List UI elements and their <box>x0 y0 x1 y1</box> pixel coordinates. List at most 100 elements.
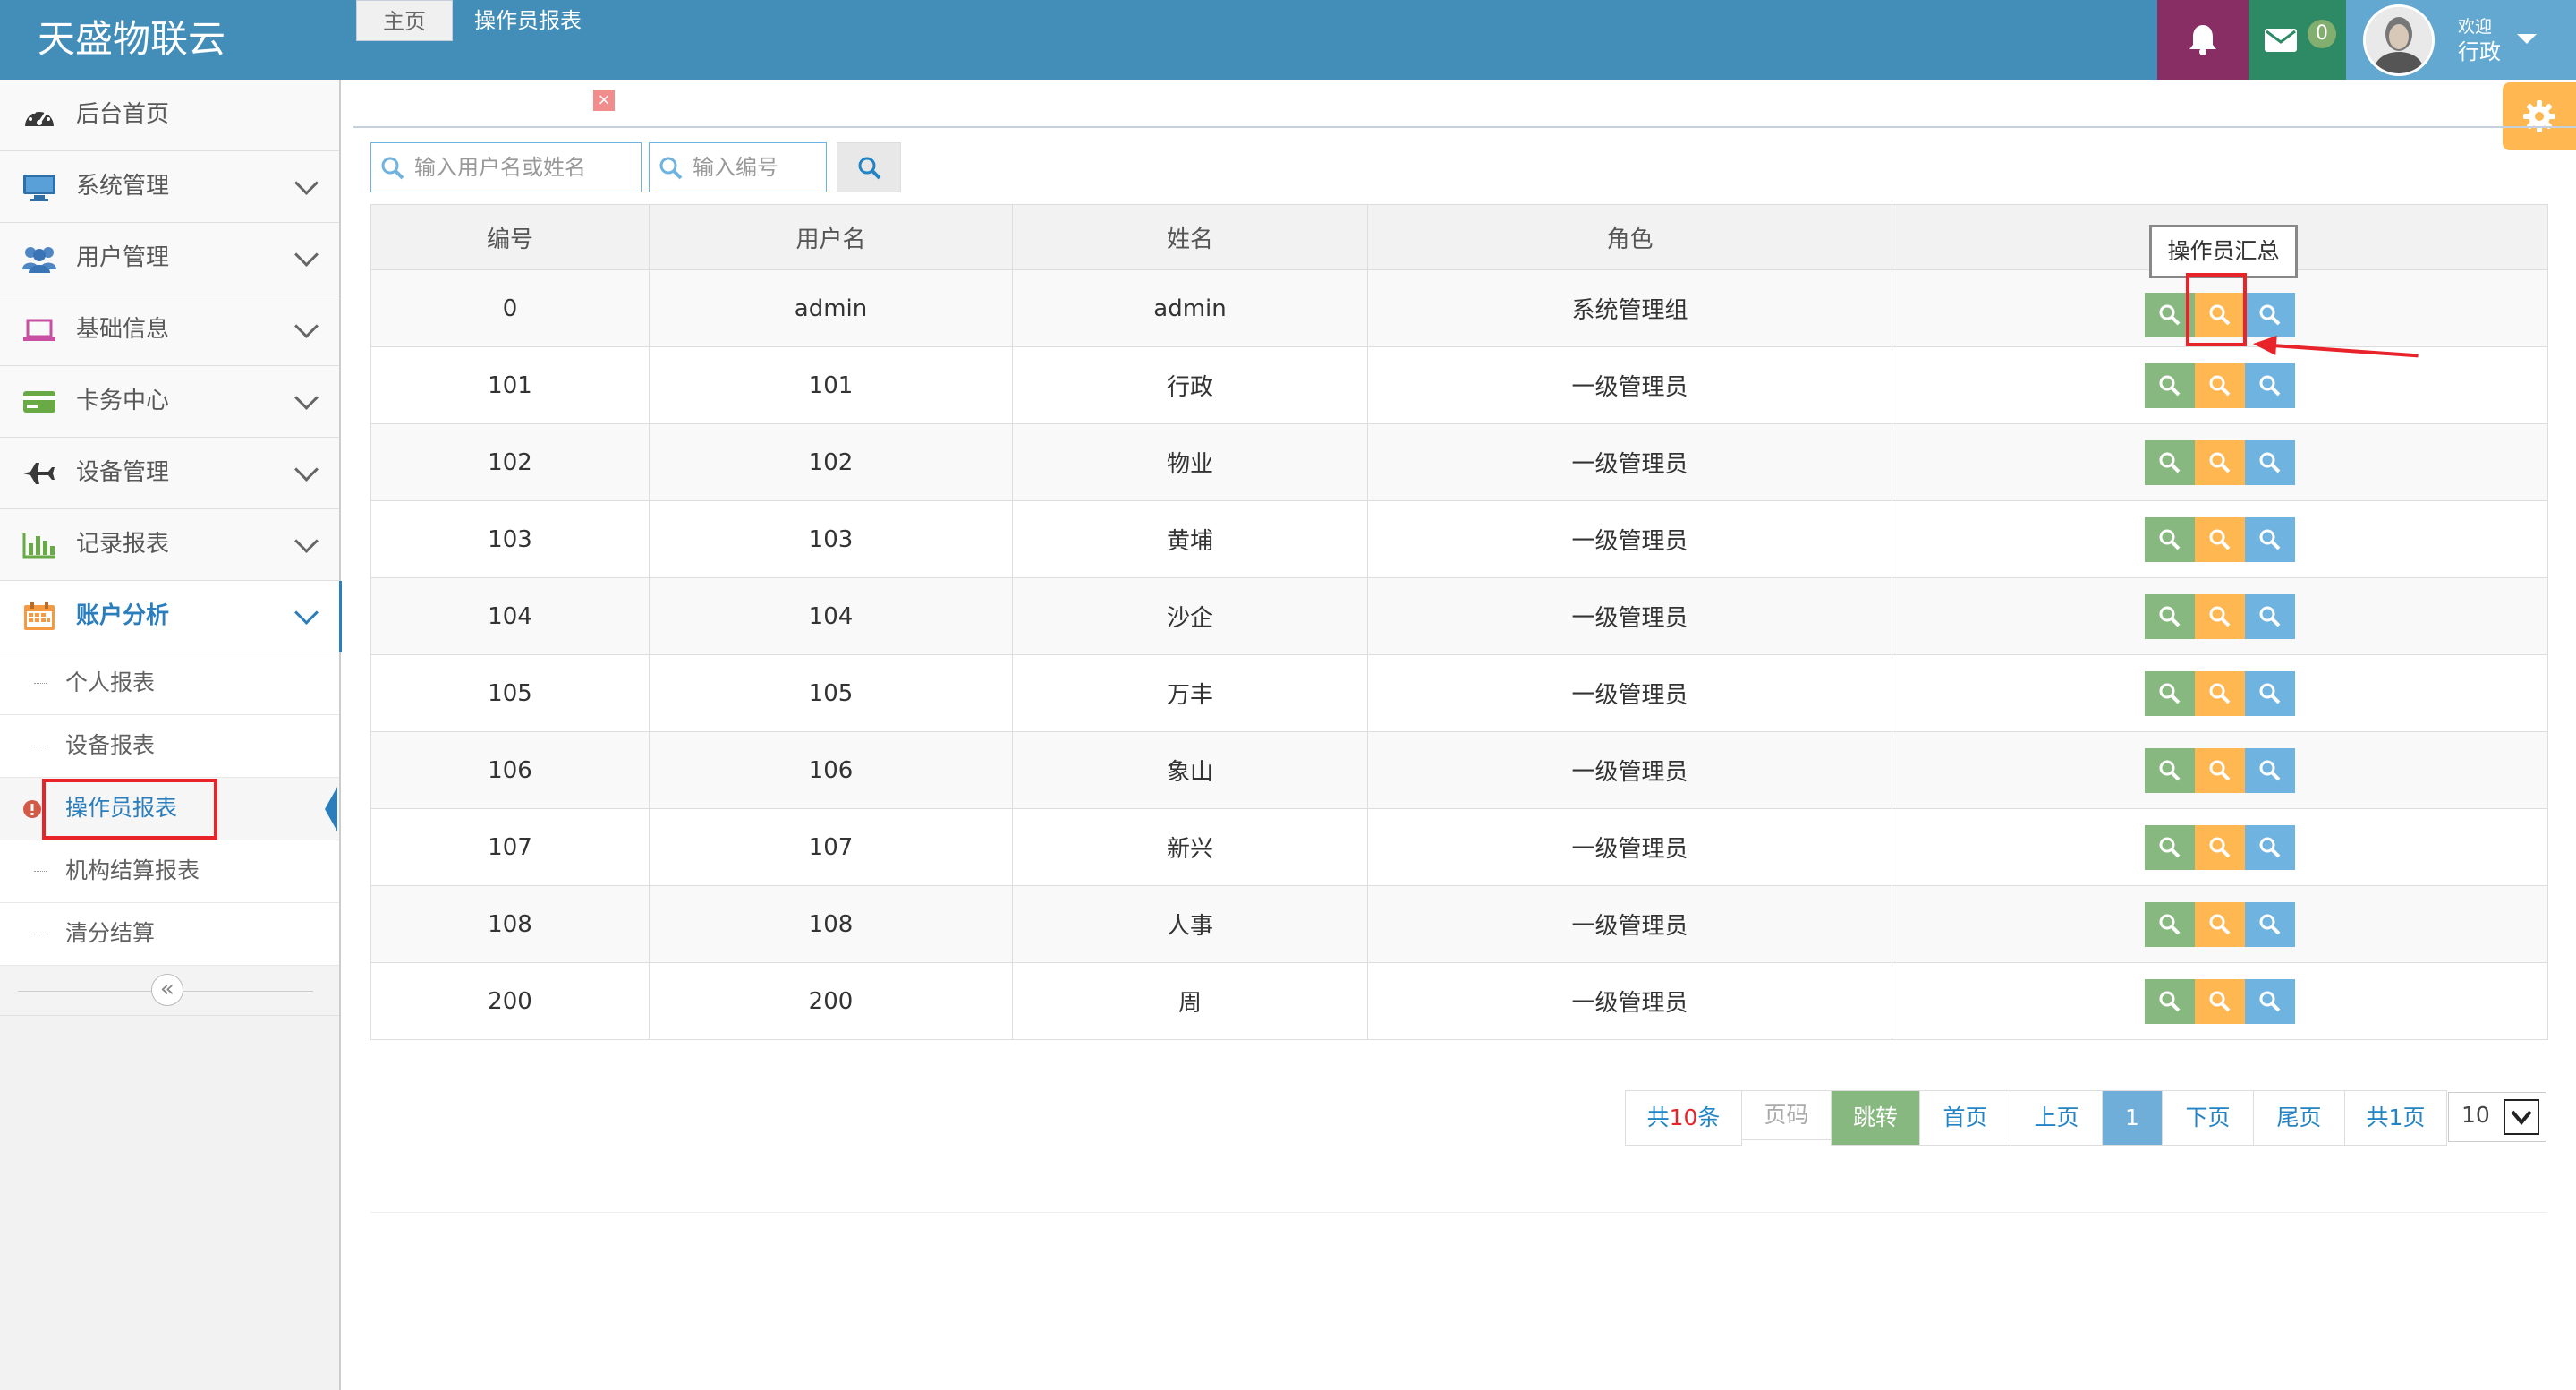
view-detail-button[interactable] <box>2145 824 2195 870</box>
cell-id: 106 <box>370 731 650 809</box>
operator-summary-button[interactable] <box>2195 824 2245 870</box>
action-buttons <box>2145 978 2295 1024</box>
chevron-down-icon <box>294 457 319 482</box>
view-log-button[interactable] <box>2245 439 2295 485</box>
sidebar-item-system[interactable]: 系统管理 <box>0 151 339 223</box>
operator-summary-button[interactable] <box>2195 747 2245 793</box>
highlight-box <box>42 779 217 840</box>
cell-actions <box>1892 577 2548 655</box>
sidebar-item-account-analysis[interactable]: 账户分析 <box>0 581 342 652</box>
sidebar-subitem-clearing[interactable]: 清分结算 <box>0 903 339 966</box>
operator-summary-button[interactable] <box>2195 670 2245 716</box>
cell-name: 黄埔 <box>1012 500 1368 578</box>
cell-username: 108 <box>649 885 1013 963</box>
view-log-button[interactable] <box>2245 670 2295 716</box>
table-row: 107 107 新兴 一级管理员 <box>370 808 2548 886</box>
sidebar-subitem-org-settlement[interactable]: 机构结算报表 <box>0 840 339 903</box>
cell-username: 104 <box>649 577 1013 655</box>
view-detail-button[interactable] <box>2145 362 2195 408</box>
close-tab-icon[interactable]: × <box>593 90 615 111</box>
credit-card-icon <box>23 391 55 413</box>
notifications-button[interactable] <box>2157 0 2249 80</box>
col-header-username[interactable]: 用户名 <box>649 204 1013 270</box>
sidebar-item-record-reports[interactable]: 记录报表 <box>0 509 339 581</box>
view-log-button[interactable] <box>2245 516 2295 562</box>
sidebar-subitem-personal-report[interactable]: 个人报表 <box>0 652 339 715</box>
sidebar-item-card-center[interactable]: 卡务中心 <box>0 366 339 438</box>
view-log-button[interactable] <box>2245 593 2295 639</box>
view-log-button[interactable] <box>2245 747 2295 793</box>
search-icon <box>2209 991 2231 1011</box>
cell-name: 象山 <box>1012 731 1368 809</box>
mail-count-badge: 0 <box>2308 20 2336 48</box>
tooltip: 操作员汇总 <box>2149 225 2298 278</box>
current-page-button[interactable]: 1 <box>2102 1090 2163 1146</box>
view-detail-button[interactable] <box>2145 439 2195 485</box>
app-title[interactable]: 天盛物联云 <box>38 13 225 66</box>
col-header-role[interactable]: 角色 <box>1367 204 1892 270</box>
first-page-button[interactable]: 首页 <box>1919 1090 2011 1146</box>
sidebar-item-label: 设备管理 <box>76 459 170 486</box>
view-log-button[interactable] <box>2245 824 2295 870</box>
operator-summary-button[interactable] <box>2195 901 2245 947</box>
name-search-field[interactable]: 输入用户名或姓名 <box>370 142 642 192</box>
view-log-button[interactable] <box>2245 978 2295 1024</box>
search-icon <box>2209 606 2231 627</box>
cell-actions <box>1892 346 2548 424</box>
operator-summary-button[interactable] <box>2195 978 2245 1024</box>
view-log-button[interactable] <box>2245 292 2295 337</box>
bar-chart-icon <box>22 533 55 559</box>
laptop-icon <box>23 319 55 341</box>
operator-summary-button[interactable] <box>2195 593 2245 639</box>
jump-button[interactable]: 跳转 <box>1831 1090 1920 1146</box>
cell-role: 一级管理员 <box>1367 885 1892 963</box>
view-log-button[interactable] <box>2245 901 2295 947</box>
search-icon <box>2209 375 2231 396</box>
search-button[interactable] <box>837 142 901 192</box>
operator-summary-button[interactable] <box>2195 439 2245 485</box>
sidebar-item-label: 账户分析 <box>76 602 170 629</box>
search-icon <box>2259 683 2281 704</box>
bell-icon <box>2189 25 2216 55</box>
view-detail-button[interactable] <box>2145 747 2195 793</box>
page-count: 共1页 <box>2344 1090 2447 1146</box>
table-row: 108 108 人事 一级管理员 <box>370 885 2548 963</box>
sidebar-item-users[interactable]: 用户管理 <box>0 223 339 294</box>
caret-down-icon[interactable] <box>2517 34 2537 44</box>
view-detail-button[interactable] <box>2145 593 2195 639</box>
next-page-button[interactable]: 下页 <box>2162 1090 2254 1146</box>
col-header-id[interactable]: 编号 <box>370 204 650 270</box>
search-icon <box>2259 304 2281 325</box>
search-icon <box>2159 991 2181 1011</box>
search-icon <box>2259 991 2281 1011</box>
page-size-select[interactable]: 10 <box>2448 1092 2546 1142</box>
sidebar-subitem-device-report[interactable]: 设备报表 <box>0 715 339 778</box>
prev-page-button[interactable]: 上页 <box>2011 1090 2103 1146</box>
cell-id: 102 <box>370 423 650 501</box>
page-number-input[interactable]: 页码 <box>1741 1090 1832 1140</box>
col-header-name[interactable]: 姓名 <box>1012 204 1368 270</box>
avatar[interactable] <box>2363 4 2435 76</box>
code-search-field[interactable]: 输入编号 <box>649 142 827 192</box>
settings-button[interactable] <box>2503 82 2576 150</box>
view-detail-button[interactable] <box>2145 516 2195 562</box>
operator-summary-button[interactable] <box>2195 516 2245 562</box>
tab-home[interactable]: 主页 <box>356 0 453 41</box>
operator-summary-button[interactable] <box>2195 362 2245 408</box>
sidebar-item-basic-info[interactable]: 基础信息 <box>0 294 339 366</box>
users-icon <box>22 247 56 273</box>
sidebar-collapse-button[interactable]: « <box>151 974 183 1006</box>
sidebar-item-devices[interactable]: 设备管理 <box>0 438 339 509</box>
sidebar-item-dashboard[interactable]: 后台首页 <box>0 80 339 151</box>
view-log-button[interactable] <box>2245 362 2295 408</box>
sidebar-item-label: 系统管理 <box>76 173 170 200</box>
name-search-placeholder: 输入用户名或姓名 <box>414 155 586 180</box>
view-detail-button[interactable] <box>2145 670 2195 716</box>
search-icon <box>659 157 683 180</box>
view-detail-button[interactable] <box>2145 978 2195 1024</box>
tab-operator-report[interactable]: 操作员报表 <box>455 0 601 41</box>
table-row: 200 200 周一级管理员 <box>370 962 2548 1040</box>
last-page-button[interactable]: 尾页 <box>2253 1090 2345 1146</box>
view-detail-button[interactable] <box>2145 901 2195 947</box>
sidebar-collapse-row: « <box>0 967 339 1016</box>
